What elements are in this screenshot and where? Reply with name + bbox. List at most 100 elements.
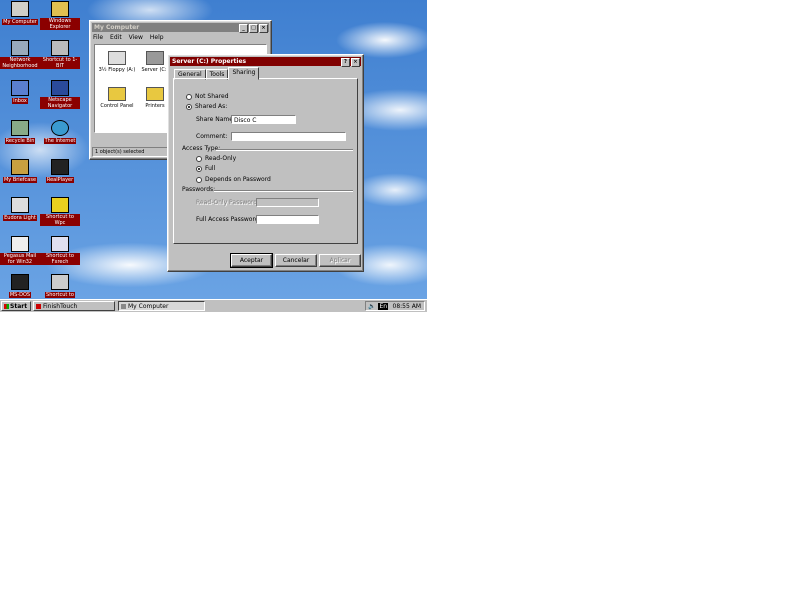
menu-view[interactable]: View bbox=[129, 34, 143, 42]
start-button[interactable]: Start bbox=[1, 301, 31, 311]
shared-as-option[interactable]: Shared As: bbox=[186, 103, 227, 111]
windows-explorer-icon bbox=[51, 1, 69, 17]
desktop-icon-shortcut-1bit[interactable]: Shortcut to 1-BIT bbox=[40, 40, 80, 69]
system-tray: 🔈 En 08:55 AM bbox=[365, 301, 425, 311]
desktop-icon-label: Windows Explorer bbox=[40, 18, 80, 30]
share-name-field[interactable]: Disco C bbox=[231, 115, 296, 124]
passwords-divider bbox=[214, 190, 353, 191]
my-computer-icon bbox=[11, 1, 29, 17]
shortcut-icon bbox=[51, 197, 69, 213]
shared-as-radio[interactable] bbox=[186, 103, 192, 110]
desktop-icon-label: MS-DOS bbox=[8, 292, 32, 298]
desktop-icon-label: Inbox bbox=[12, 98, 28, 104]
desktop-icon-label: Eudora Light bbox=[3, 215, 37, 221]
windows-logo-icon bbox=[4, 304, 9, 309]
desktop-icon-shortcut[interactable]: Shortcut to bbox=[40, 274, 80, 298]
internet-icon bbox=[51, 120, 69, 136]
realplayer-icon bbox=[51, 159, 69, 175]
menu-edit[interactable]: Edit bbox=[110, 34, 122, 42]
not-shared-radio[interactable] bbox=[186, 93, 192, 100]
inbox-icon bbox=[11, 80, 29, 96]
tab-sharing[interactable]: Sharing bbox=[228, 67, 260, 80]
desktop-icon-recycle-bin[interactable]: Recycle Bin bbox=[0, 120, 40, 144]
desktop-icon-label: Pegasus Mail for Win32 bbox=[0, 253, 40, 265]
full-option[interactable]: Full bbox=[196, 165, 215, 173]
access-type-label: Access Type: bbox=[182, 145, 221, 152]
apply-button: Aplicar bbox=[319, 254, 361, 267]
taskbar-item-label: FinishTouch bbox=[43, 303, 78, 310]
desktop-icon-label: Shortcut to Wpc bbox=[40, 214, 80, 226]
floppy-icon bbox=[108, 51, 126, 65]
desktop-icon-label: RealPlayer bbox=[45, 177, 75, 183]
full-radio[interactable] bbox=[196, 165, 202, 172]
comment-field[interactable] bbox=[231, 132, 346, 141]
close-button[interactable]: × bbox=[259, 24, 268, 33]
desktop-icon-pegasus-mail[interactable]: Pegasus Mail for Win32 bbox=[0, 236, 40, 265]
desktop-icon-label: Shortcut to 1-BIT bbox=[40, 57, 80, 69]
shortcut-icon bbox=[51, 40, 69, 56]
item-label: Control Panel bbox=[100, 103, 134, 109]
read-only-password-field bbox=[256, 198, 319, 207]
depends-on-password-label: Depends on Password bbox=[205, 176, 271, 183]
maximize-button[interactable]: □ bbox=[249, 24, 258, 33]
desktop-icon-shortcut-wpc[interactable]: Shortcut to Wpc bbox=[40, 197, 80, 226]
desktop-icon-label: Shortcut to bbox=[45, 292, 75, 298]
desktop-icon-the-internet[interactable]: The Internet bbox=[40, 120, 80, 144]
passwords-label: Passwords: bbox=[182, 186, 216, 193]
help-button[interactable]: ? bbox=[341, 58, 350, 67]
ok-button[interactable]: Aceptar bbox=[230, 253, 273, 268]
desktop-icon-netscape[interactable]: Netscape Navigator bbox=[40, 80, 80, 109]
depends-on-password-option[interactable]: Depends on Password bbox=[196, 176, 271, 184]
read-only-label: Read-Only bbox=[205, 155, 237, 162]
desktop-icon-eudora-light[interactable]: Eudora Light bbox=[0, 197, 40, 221]
eudora-icon bbox=[11, 197, 29, 213]
menubar: File Edit View Help bbox=[90, 34, 271, 42]
desktop-icon-network-neighborhood[interactable]: Network Neighborhood bbox=[0, 40, 40, 69]
access-type-divider bbox=[216, 149, 353, 150]
my-computer-icon bbox=[121, 304, 126, 309]
desktop-icon-label: Netscape Navigator bbox=[40, 97, 80, 109]
not-shared-label: Not Shared bbox=[195, 93, 229, 100]
item-label: 3½ Floppy (A:) bbox=[98, 67, 136, 73]
desktop-icon-shortcut-fxrech[interactable]: Shortcut to Fxrech bbox=[40, 236, 80, 265]
desktop-icon-realplayer[interactable]: RealPlayer bbox=[40, 159, 80, 183]
not-shared-option[interactable]: Not Shared bbox=[186, 93, 229, 101]
cancel-button[interactable]: Cancelar bbox=[275, 254, 317, 267]
desktop-icon-my-computer[interactable]: My Computer bbox=[0, 1, 40, 25]
dialog-titlebar[interactable]: Server (C:) Properties ? × bbox=[170, 57, 361, 67]
shared-as-label: Shared As: bbox=[195, 103, 228, 110]
desktop[interactable]: My Computer Network Neighborhood Inbox R… bbox=[0, 0, 427, 299]
menu-help[interactable]: Help bbox=[150, 34, 164, 42]
read-only-radio[interactable] bbox=[196, 155, 202, 162]
share-name-label: Share Name: bbox=[196, 116, 235, 123]
desktop-icon-label: My Computer bbox=[2, 19, 38, 25]
window-title: My Computer bbox=[94, 24, 140, 31]
taskbar-item-finishtouch[interactable]: FinishTouch bbox=[33, 301, 115, 311]
speaker-icon[interactable]: 🔈 bbox=[368, 302, 375, 312]
taskbar: Start FinishTouch My Computer 🔈 En 08:55… bbox=[0, 299, 427, 312]
desktop-icon-windows-explorer[interactable]: Windows Explorer bbox=[40, 1, 80, 30]
printers-icon bbox=[146, 87, 164, 101]
network-neighborhood-icon bbox=[11, 40, 29, 56]
desktop-icon-label: Shortcut to Fxrech bbox=[40, 253, 80, 265]
shortcut-icon bbox=[51, 274, 69, 290]
dialog-title: Server (C:) Properties bbox=[172, 58, 247, 65]
depends-on-password-radio[interactable] bbox=[196, 176, 202, 183]
full-access-password-field[interactable] bbox=[256, 215, 319, 224]
menu-file[interactable]: File bbox=[93, 34, 103, 42]
shortcut-icon bbox=[51, 236, 69, 252]
close-button[interactable]: × bbox=[351, 58, 360, 67]
properties-dialog[interactable]: Server (C:) Properties ? × General Tools… bbox=[167, 54, 364, 272]
item-label: Printers bbox=[145, 103, 165, 109]
desktop-icon-ms-dos[interactable]: MS-DOS bbox=[0, 274, 40, 298]
clock[interactable]: 08:55 AM bbox=[393, 303, 421, 310]
minimize-button[interactable]: _ bbox=[239, 24, 248, 33]
comment-label: Comment: bbox=[196, 133, 228, 140]
taskbar-item-my-computer[interactable]: My Computer bbox=[118, 301, 205, 311]
desktop-icon-inbox[interactable]: Inbox bbox=[0, 80, 40, 104]
read-only-option[interactable]: Read-Only bbox=[196, 155, 236, 163]
language-indicator[interactable]: En bbox=[378, 303, 389, 310]
desktop-icon-my-briefcase[interactable]: My Briefcase bbox=[0, 159, 40, 183]
my-computer-titlebar[interactable]: My Computer _ □ × bbox=[92, 23, 269, 33]
sharing-panel: Not Shared Shared As: Share Name: Disco … bbox=[173, 78, 358, 244]
